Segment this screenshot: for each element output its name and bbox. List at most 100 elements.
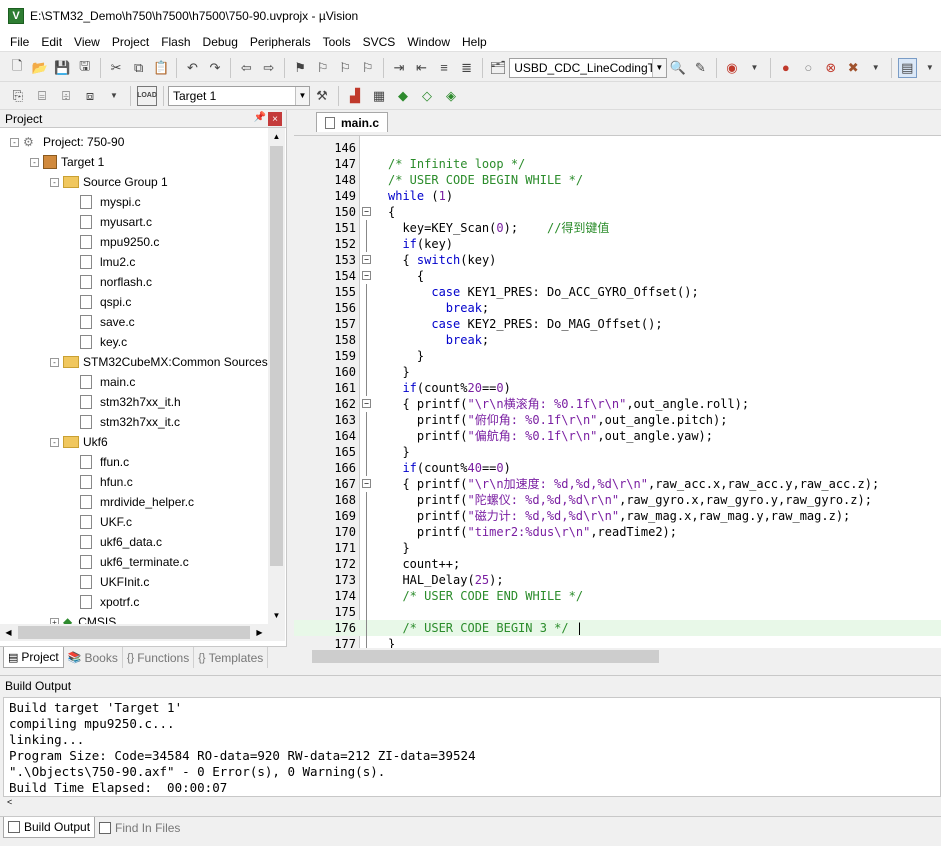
scroll-thumb[interactable] [312,650,659,663]
save-icon[interactable]: 💾 [53,58,71,78]
chevron-down-icon[interactable]: ▼ [867,58,885,78]
collapse-icon[interactable]: - [30,157,39,167]
pack-installer-icon[interactable]: ◈ [441,86,461,106]
tab-templates[interactable]: {} Templates [194,647,269,668]
tree-item[interactable]: UKF.c [80,512,132,532]
scroll-left-icon[interactable]: ◀ [0,624,17,641]
download-load-icon[interactable]: LOAD [137,85,157,106]
next-bookmark-icon[interactable]: ⚐ [336,58,354,78]
tree-item[interactable]: myspi.c [80,192,141,212]
tree-item[interactable]: qspi.c [80,292,131,312]
tree-item[interactable]: mrdivide_helper.c [80,492,194,512]
scroll-left-icon[interactable]: < [7,797,12,807]
scroll-thumb[interactable] [270,146,283,566]
menu-flash[interactable]: Flash [155,32,196,52]
rebuild-icon[interactable]: ⌹ [56,86,76,106]
tab-build-output[interactable]: Build Output [3,817,96,838]
breakpoint-kill-all-icon[interactable]: ✖ [844,58,862,78]
code-editor[interactable]: 146 147 /* Infinite loop */ 148 /* USER CODE… [294,135,941,648]
tree-item[interactable]: lmu2.c [80,252,135,272]
fold-collapse-icon[interactable]: − [362,255,371,264]
menu-window[interactable]: Window [401,32,456,52]
menu-peripherals[interactable]: Peripherals [244,32,317,52]
fold-collapse-icon[interactable]: − [362,271,371,280]
copy-icon[interactable]: ⧉ [129,58,147,78]
translate-icon[interactable]: ⎘ [8,86,28,106]
tree-item[interactable]: - Target 1 [30,152,104,172]
cut-icon[interactable]: ✂ [107,58,125,78]
tree-item[interactable]: myusart.c [80,212,152,232]
chevron-down-icon[interactable]: ▼ [651,58,666,77]
tree-item[interactable]: xpotrf.c [80,592,139,612]
menu-svcs[interactable]: SVCS [357,32,402,52]
menu-view[interactable]: View [68,32,106,52]
chevron-down-icon[interactable]: ▼ [921,58,939,78]
breakpoint-insert-icon[interactable]: ● [777,58,795,78]
menu-debug[interactable]: Debug [197,32,244,52]
select-packs-icon[interactable]: ◇ [417,86,437,106]
tree-item[interactable]: - Source Group 1 [50,172,168,192]
tab-find-in-files[interactable]: Find In Files [95,817,184,838]
scroll-down-icon[interactable]: ▼ [268,607,285,624]
open-file-icon[interactable]: 📂 [30,58,48,78]
collapse-icon[interactable]: - [50,357,59,367]
manage-rte-icon[interactable]: ◆ [393,86,413,106]
indent-icon[interactable]: ⇥ [390,58,408,78]
tab-books[interactable]: 📚 Books [64,647,123,668]
tab-functions[interactable]: {} Functions [123,647,195,668]
tree-item[interactable]: stm32h7xx_it.h [80,392,181,412]
chevron-down-icon[interactable]: ▼ [295,86,309,105]
chevron-down-icon[interactable]: ▼ [745,58,763,78]
editor-hscrollbar[interactable] [294,648,941,665]
collapse-icon[interactable]: - [50,177,59,187]
build-output-text[interactable]: Build target 'Target 1' compiling mpu9250… [3,697,941,797]
comment-icon[interactable]: ≡ [435,58,453,78]
build-output-hscrollbar[interactable]: < [3,797,941,813]
redo-icon[interactable]: ↷ [206,58,224,78]
menu-file[interactable]: File [4,32,35,52]
find-combo[interactable]: USBD_CDC_LineCodingTy ▼ [509,57,667,78]
scroll-thumb[interactable] [18,626,250,639]
menu-edit[interactable]: Edit [35,32,68,52]
bookmark-icon[interactable]: ⚑ [291,58,309,78]
collapse-icon[interactable]: - [10,137,19,147]
nav-back-icon[interactable]: ⇦ [237,58,255,78]
debug-magnifier-icon[interactable]: ◉ [723,58,741,78]
close-icon[interactable]: × [268,112,282,126]
prev-bookmark-icon[interactable]: ⚐ [314,58,332,78]
tree-item[interactable]: ukf6_data.c [80,532,162,552]
scroll-up-icon[interactable]: ▲ [268,128,285,145]
new-file-icon[interactable]: 🗋 [8,58,26,78]
window-layout-icon[interactable]: ▤ [897,57,917,78]
tree-item[interactable]: save.c [80,312,135,332]
target-options-icon[interactable]: ⚒ [312,86,332,106]
tree-item[interactable]: hfun.c [80,472,133,492]
unindent-icon[interactable]: ⇤ [412,58,430,78]
menu-help[interactable]: Help [456,32,493,52]
tree-item[interactable]: ffun.c [80,452,129,472]
breakpoint-disable-all-icon[interactable]: ⊗ [822,58,840,78]
tree-item[interactable]: - Ukf6 [50,432,108,452]
tree-item[interactable]: main.c [80,372,135,392]
manage-project-items-icon[interactable]: ▦ [369,86,389,106]
nav-forward-icon[interactable]: ⇨ [260,58,278,78]
find-in-files-icon[interactable]: 🗂 [489,58,507,78]
tree-item[interactable]: key.c [80,332,127,352]
fold-collapse-icon[interactable]: − [362,399,371,408]
batch-build-icon[interactable]: ⧈ [80,86,100,106]
paste-icon[interactable]: 📋 [152,58,170,78]
fold-collapse-icon[interactable]: − [362,207,371,216]
tree-item[interactable]: mpu9250.c [80,232,159,252]
tab-main-c[interactable]: main.c [316,112,389,132]
clear-bookmarks-icon[interactable]: ⚐ [358,58,376,78]
breakpoint-disable-icon[interactable]: ○ [799,58,817,78]
menu-project[interactable]: Project [106,32,155,52]
fold-collapse-icon[interactable]: − [362,479,371,488]
incremental-find-icon[interactable]: ✎ [691,58,709,78]
scroll-right-icon[interactable]: ▶ [251,624,268,641]
tab-project[interactable]: ▤ Project [3,647,64,668]
project-tree-hscrollbar[interactable]: ◀ ▶ [0,624,285,641]
find-icon[interactable]: 🔍 [669,58,687,78]
tree-item[interactable]: + ◆ CMSIS [50,612,116,624]
uncomment-icon[interactable]: ≣ [457,58,475,78]
